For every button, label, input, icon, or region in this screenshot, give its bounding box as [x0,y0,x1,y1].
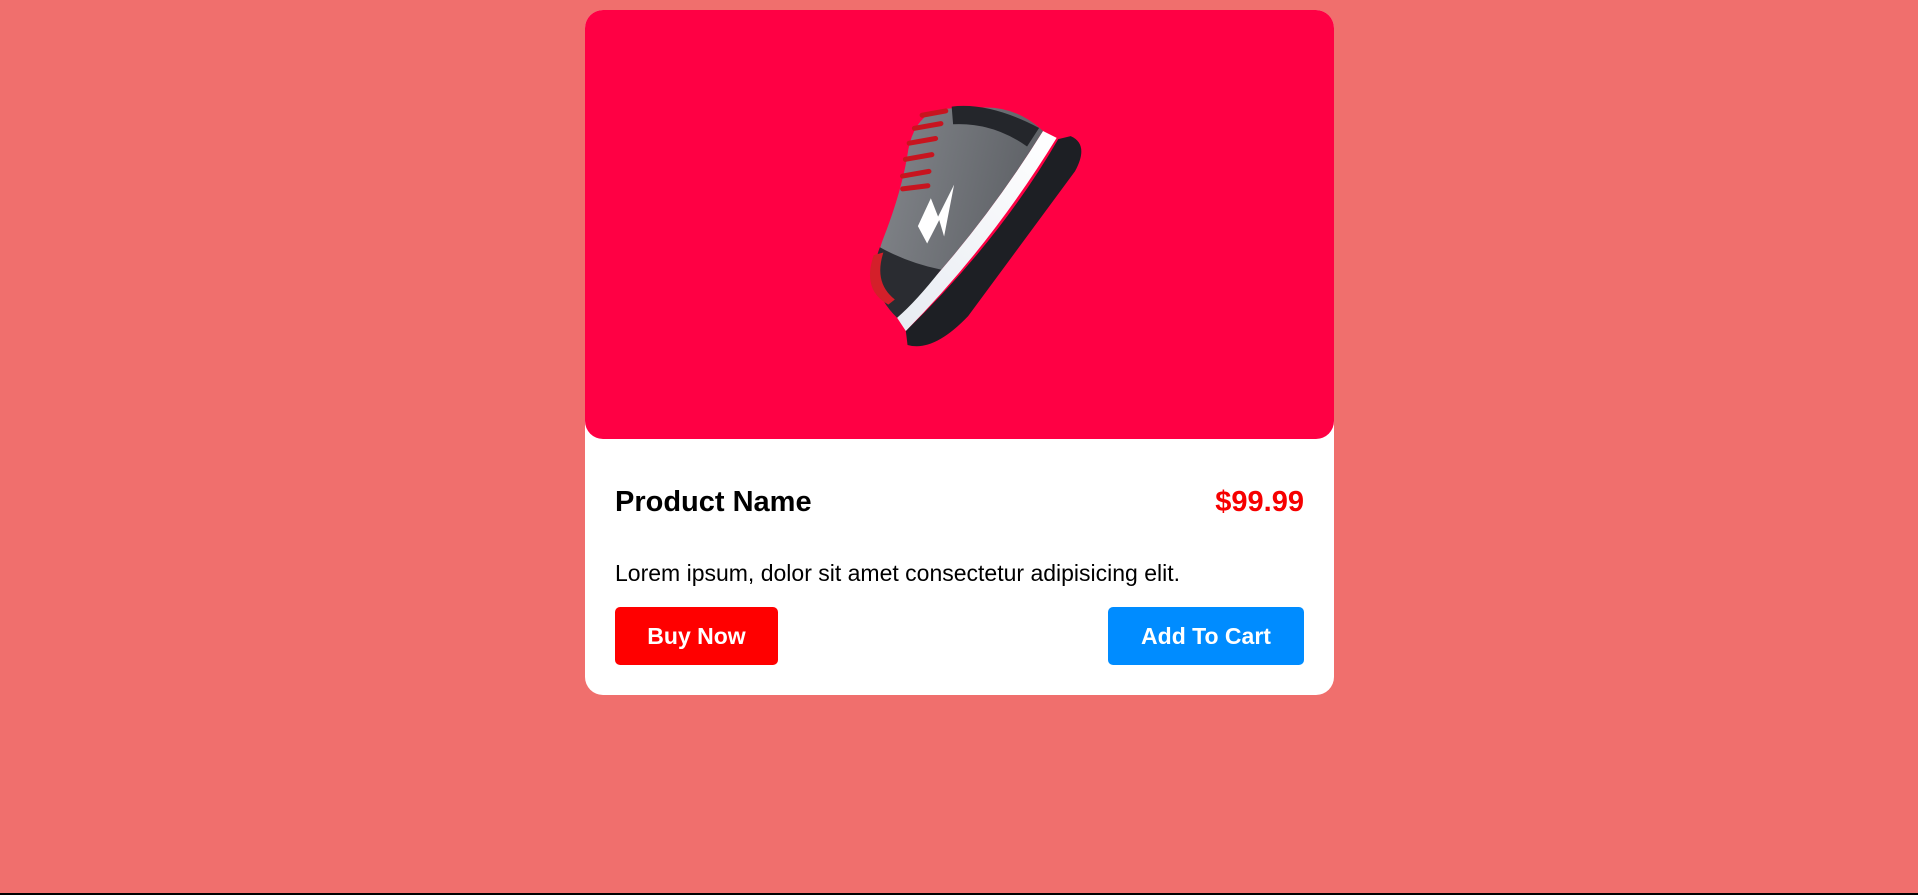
sneaker-image [810,76,1110,356]
product-name: Product Name [615,486,812,518]
product-image-area [585,10,1334,439]
product-price: $99.99 [1215,486,1304,518]
buy-now-button[interactable]: Buy Now [615,607,778,665]
product-card: Product Name $99.99 Lorem ipsum, dolor s… [585,10,1334,695]
add-to-cart-button[interactable]: Add To Cart [1108,607,1304,665]
product-description: Lorem ipsum, dolor sit amet consectetur … [615,560,1181,586]
